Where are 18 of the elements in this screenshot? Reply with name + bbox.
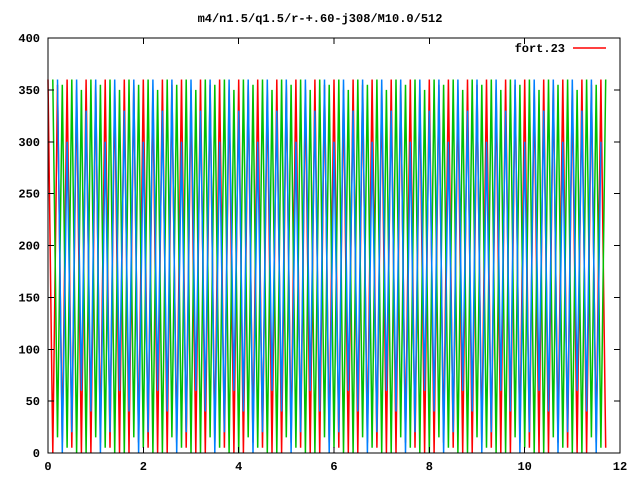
tick-label: 6 xyxy=(330,460,338,474)
tick-label: 400 xyxy=(18,32,40,46)
tick-label: 100 xyxy=(18,343,40,358)
chart-title: m4/n1.5/q1.5/r-+.60-j308/M10.0/512 xyxy=(198,12,442,26)
tick-label: 50 xyxy=(26,395,40,410)
tick-label: 12 xyxy=(612,460,628,474)
tick-label: 200 xyxy=(18,240,40,254)
tick-label: 10 xyxy=(517,460,532,474)
legend-label: fort.23 xyxy=(514,42,565,56)
tick-label: 300 xyxy=(18,136,40,150)
tick-label: 350 xyxy=(18,84,40,98)
tick-label: 0 xyxy=(32,447,40,461)
tick-label: 2 xyxy=(140,460,147,474)
tick-label: 0 xyxy=(44,460,52,474)
tick-label: 4 xyxy=(235,460,242,474)
tick-label: 250 xyxy=(18,188,40,202)
tick-label: 150 xyxy=(18,291,40,306)
tick-label: 8 xyxy=(426,460,433,474)
